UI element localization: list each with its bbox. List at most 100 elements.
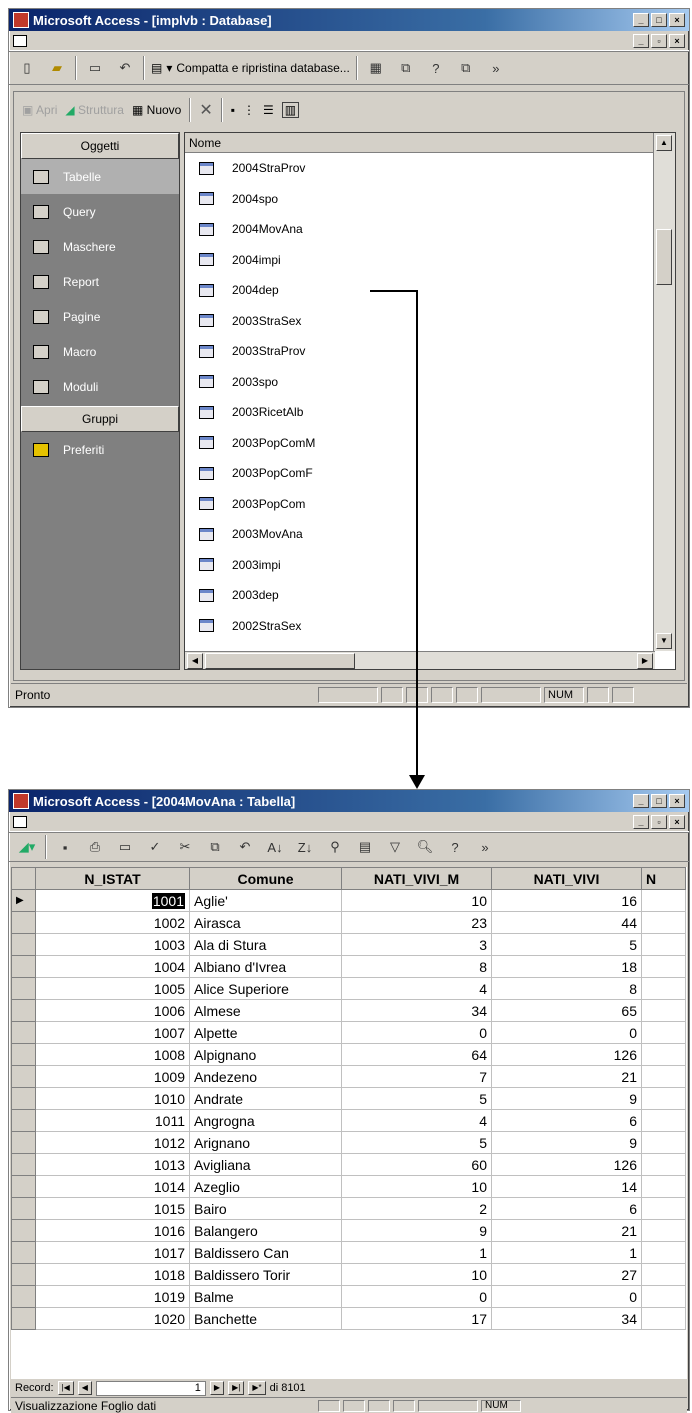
- previous-record-button[interactable]: ◀: [77, 1381, 92, 1395]
- cell-nati-vivi[interactable]: 18: [491, 955, 642, 978]
- cell-comune[interactable]: Angrogna: [189, 1109, 342, 1132]
- cell-nati-vivi[interactable]: 9: [491, 1131, 642, 1154]
- row-selector[interactable]: [11, 1285, 36, 1308]
- compact-repair-button[interactable]: ▤ ▾ Compatta e ripristina database...: [151, 56, 350, 80]
- list-view-icon[interactable]: ☰: [263, 103, 274, 117]
- cell-comune[interactable]: Banchette: [189, 1307, 342, 1330]
- cell-comune[interactable]: Albiano d'Ivrea: [189, 955, 342, 978]
- cell-nati-vivi-m[interactable]: 10: [341, 889, 492, 912]
- cell-next-column[interactable]: [641, 1153, 686, 1176]
- cell-next-column[interactable]: [641, 889, 686, 912]
- cell-comune[interactable]: Balangero: [189, 1219, 342, 1242]
- cell-n-istat[interactable]: 1019: [35, 1285, 190, 1308]
- cell-next-column[interactable]: [641, 1065, 686, 1088]
- cell-n-istat[interactable]: 1018: [35, 1263, 190, 1286]
- cell-nati-vivi-m[interactable]: 1: [341, 1241, 492, 1264]
- cell-comune[interactable]: Aglie': [189, 889, 342, 912]
- cell-nati-vivi[interactable]: 34: [491, 1307, 642, 1330]
- filter-by-form-icon[interactable]: ▤: [353, 835, 377, 859]
- filter-by-selection-icon[interactable]: ⚲: [323, 835, 347, 859]
- column-header-nati-vivi[interactable]: NATI_VIVI: [491, 867, 642, 890]
- cell-n-istat[interactable]: 1002: [35, 911, 190, 934]
- object-type-item[interactable]: Moduli: [21, 369, 179, 404]
- cell-next-column[interactable]: [641, 1263, 686, 1286]
- table-list-item[interactable]: 2003dep: [185, 580, 675, 611]
- cell-nati-vivi[interactable]: 126: [491, 1043, 642, 1066]
- group-item[interactable]: Preferiti: [21, 432, 179, 467]
- table-list-item[interactable]: 2003PopCom: [185, 489, 675, 520]
- cell-nati-vivi-m[interactable]: 10: [341, 1263, 492, 1286]
- row-selector[interactable]: [11, 1131, 36, 1154]
- scroll-right-arrow[interactable]: ▶: [637, 653, 653, 669]
- cell-n-istat[interactable]: 1017: [35, 1241, 190, 1264]
- cell-comune[interactable]: Alice Superiore: [189, 977, 342, 1000]
- cell-nati-vivi[interactable]: 1: [491, 1241, 642, 1264]
- cell-next-column[interactable]: [641, 1285, 686, 1308]
- relationships2-icon[interactable]: ⧉: [454, 56, 478, 80]
- undo-icon[interactable]: ↶: [113, 56, 137, 80]
- sort-descending-icon[interactable]: Z↓: [293, 835, 317, 859]
- table-list-item[interactable]: 2002StraSex: [185, 611, 675, 642]
- cut-icon[interactable]: ✂: [173, 835, 197, 859]
- row-selector[interactable]: [11, 1043, 36, 1066]
- scroll-down-arrow[interactable]: ▼: [656, 633, 672, 649]
- close-button-2[interactable]: ×: [669, 794, 685, 808]
- objects-header-button[interactable]: Oggetti: [21, 133, 179, 159]
- column-header-n-istat[interactable]: N_ISTAT: [35, 867, 190, 890]
- cell-n-istat[interactable]: 1013: [35, 1153, 190, 1176]
- scroll-up-arrow[interactable]: ▲: [656, 135, 672, 151]
- cell-nati-vivi[interactable]: 0: [491, 1021, 642, 1044]
- last-record-button[interactable]: ▶|: [228, 1381, 245, 1395]
- cell-comune[interactable]: Andrate: [189, 1087, 342, 1110]
- cell-next-column[interactable]: [641, 955, 686, 978]
- cell-comune[interactable]: Bairo: [189, 1197, 342, 1220]
- object-type-item[interactable]: Tabelle: [21, 159, 179, 194]
- cell-nati-vivi-m[interactable]: 17: [341, 1307, 492, 1330]
- cell-comune[interactable]: Andezeno: [189, 1065, 342, 1088]
- cell-n-istat[interactable]: 1005: [35, 977, 190, 1000]
- maximize-button-2[interactable]: □: [651, 794, 667, 808]
- row-selector[interactable]: [11, 1021, 36, 1044]
- table-list-item[interactable]: 2004MovAna: [185, 214, 675, 245]
- row-selector[interactable]: [11, 1219, 36, 1242]
- cell-nati-vivi[interactable]: 126: [491, 1153, 642, 1176]
- cell-comune[interactable]: Almese: [189, 999, 342, 1022]
- view-design-icon[interactable]: ◢▾: [15, 835, 39, 859]
- undo-icon-2[interactable]: ↶: [233, 835, 257, 859]
- design-button[interactable]: ◢ Struttura: [65, 103, 124, 117]
- row-selector[interactable]: [11, 911, 36, 934]
- cell-nati-vivi-m[interactable]: 9: [341, 1219, 492, 1242]
- cell-next-column[interactable]: [641, 1175, 686, 1198]
- open-button[interactable]: ▣ Apri: [22, 103, 57, 117]
- doc-restore-button-2[interactable]: ▫: [651, 814, 667, 829]
- cell-nati-vivi[interactable]: 21: [491, 1065, 642, 1088]
- cell-nati-vivi-m[interactable]: 64: [341, 1043, 492, 1066]
- cell-next-column[interactable]: [641, 1087, 686, 1110]
- cell-nati-vivi[interactable]: 6: [491, 1197, 642, 1220]
- object-type-item[interactable]: Pagine: [21, 299, 179, 334]
- new-file-icon[interactable]: ▯: [15, 56, 39, 80]
- doc-close-button[interactable]: ×: [669, 33, 685, 48]
- cell-nati-vivi-m[interactable]: 8: [341, 955, 492, 978]
- object-type-item[interactable]: Macro: [21, 334, 179, 369]
- scroll-left-arrow[interactable]: ◀: [187, 653, 203, 669]
- spelling-icon[interactable]: ✓: [143, 835, 167, 859]
- cell-next-column[interactable]: [641, 911, 686, 934]
- cell-comune[interactable]: Arignano: [189, 1131, 342, 1154]
- cell-next-column[interactable]: [641, 1219, 686, 1242]
- title-bar-table[interactable]: Microsoft Access - [2004MovAna : Tabella…: [9, 790, 689, 812]
- row-selector[interactable]: [11, 1241, 36, 1264]
- cell-next-column[interactable]: [641, 1307, 686, 1330]
- cell-nati-vivi-m[interactable]: 3: [341, 933, 492, 956]
- row-selector[interactable]: ▶: [11, 889, 36, 912]
- table-list-item[interactable]: 2003StraProv: [185, 336, 675, 367]
- table-list-item[interactable]: 2004dep: [185, 275, 675, 306]
- cell-nati-vivi-m[interactable]: 4: [341, 1109, 492, 1132]
- cell-comune[interactable]: Baldissero Torir: [189, 1263, 342, 1286]
- cell-next-column[interactable]: [641, 977, 686, 1000]
- cell-nati-vivi-m[interactable]: 34: [341, 999, 492, 1022]
- table-list-item[interactable]: 2003PopComF: [185, 458, 675, 489]
- help-icon[interactable]: ?: [424, 56, 448, 80]
- row-selector[interactable]: [11, 1087, 36, 1110]
- table-list-item[interactable]: 2004impi: [185, 245, 675, 276]
